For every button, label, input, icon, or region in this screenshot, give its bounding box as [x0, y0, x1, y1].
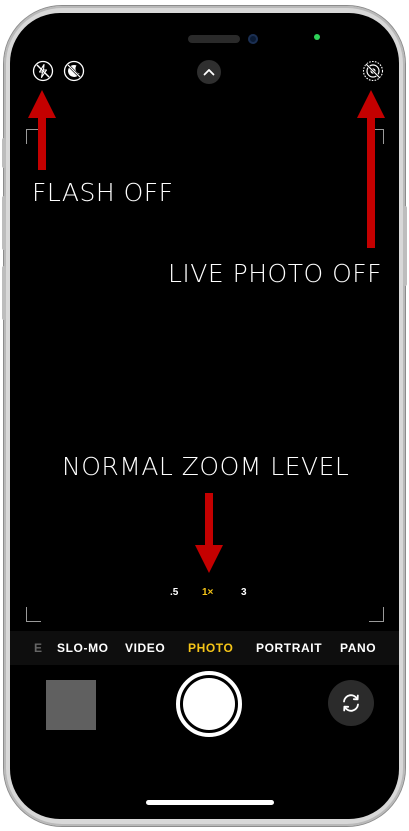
volume-down-button [2, 266, 6, 320]
last-photo-thumbnail[interactable] [46, 680, 96, 730]
night-mode-off-icon[interactable] [63, 60, 85, 82]
power-button [403, 206, 407, 286]
viewfinder-corner-top-right [369, 129, 384, 144]
zoom-level-annotation: NORMAL ZOOM LEVEL [62, 452, 350, 481]
zoom-option-1x[interactable]: 1× [202, 587, 213, 598]
camera-flip-icon[interactable] [328, 680, 374, 726]
mode-video[interactable]: VIDEO [125, 641, 165, 655]
chevron-up-icon[interactable] [197, 60, 221, 84]
shutter-icon [183, 678, 235, 730]
flash-off-icon[interactable] [32, 60, 54, 82]
live-photo-off-icon[interactable] [362, 60, 384, 82]
zoom-option-0-5[interactable]: .5 [170, 587, 178, 598]
camera-in-use-indicator [314, 34, 320, 40]
mode-slo-mo[interactable]: SLO-MO [57, 641, 109, 655]
viewfinder-corner-top-left [26, 129, 41, 144]
flash-off-annotation: FLASH OFF [32, 178, 174, 207]
front-camera [248, 34, 258, 44]
zoom-option-3[interactable]: 3 [241, 587, 247, 598]
home-indicator[interactable] [146, 800, 274, 805]
camera-screen: .5 1× 3 E SLO-MO VIDEO PHOTO PORTRAIT PA… [10, 13, 399, 819]
action-button [2, 138, 6, 168]
mode-cinematic-partial[interactable]: E [34, 641, 43, 655]
mode-portrait[interactable]: PORTRAIT [256, 641, 322, 655]
viewfinder-corner-bottom-right [369, 607, 384, 622]
capture-mode-bar: E SLO-MO VIDEO PHOTO PORTRAIT PANO [10, 631, 399, 665]
mode-pano[interactable]: PANO [340, 641, 376, 655]
zoom-selector: .5 1× 3 [10, 587, 399, 607]
volume-up-button [2, 196, 6, 250]
speaker-bar [188, 35, 240, 43]
shutter-button[interactable] [176, 671, 242, 737]
viewfinder-corner-bottom-left [26, 607, 41, 622]
live-photo-off-annotation: LIVE PHOTO OFF [168, 259, 383, 288]
mode-photo[interactable]: PHOTO [188, 641, 233, 655]
